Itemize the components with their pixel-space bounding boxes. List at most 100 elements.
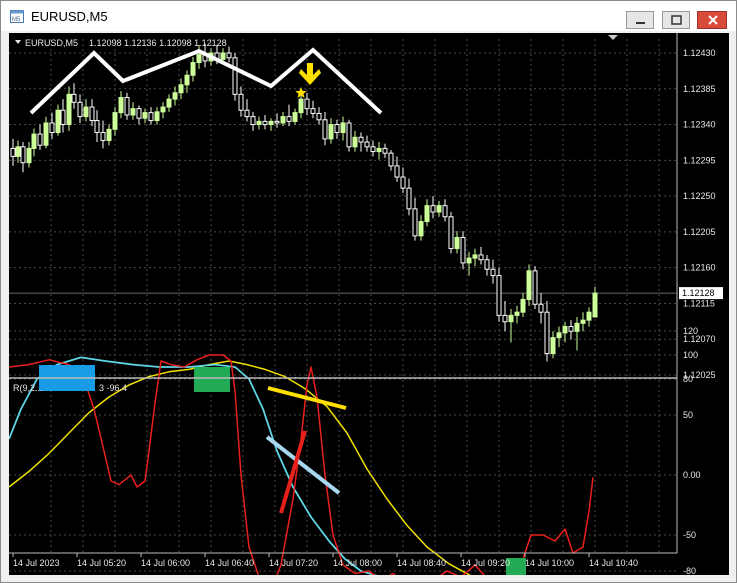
candle [484,254,490,276]
annotations [29,47,526,575]
candle [460,231,466,270]
time-tick-label: 14 Jul 09:20 [461,558,510,568]
candle [26,142,32,168]
candle [490,259,496,284]
candle [172,86,178,106]
candle [136,105,142,125]
window-title: EURUSD,M5 [31,9,108,24]
terminal-window: M5 EURUSD,M5 1.12430 1.12385 1.12340 1.1229… [0,0,737,583]
time-tick-label: 14 Jul 10:00 [525,558,574,568]
price-tick-label: 1.12385 [683,84,716,94]
candle [94,110,100,143]
candle [55,104,61,136]
candle [538,293,544,324]
shift-marker-icon[interactable] [608,35,618,40]
candle [406,178,412,216]
candle [15,140,21,163]
candle [310,100,316,119]
candle [496,267,502,322]
candle [568,320,574,340]
candle [124,92,130,120]
indicator-tick-label: -50 [683,530,696,540]
candle [268,118,274,131]
candle [370,140,376,157]
candle [556,326,562,348]
price-tick-label: 1.12295 [683,155,716,165]
candle [346,119,352,152]
candle [328,118,334,144]
candle [112,107,118,136]
candle [71,83,77,109]
trendline-lightblue [265,435,341,495]
candle [424,199,430,227]
candle [20,142,26,173]
candle [334,119,340,139]
chart-symbol-label: EURUSD,M5 [25,38,78,48]
price-chart[interactable]: 1.12430 1.12385 1.12340 1.12295 1.12250 1.122… [9,33,729,575]
indicator-tick-label: 80 [683,374,693,384]
candle [160,102,166,119]
candle [166,94,172,112]
price-tick-label: 1.12160 [683,263,716,273]
chart-quote-label: 1.12098 1.12136 1.12098 1.12128 [89,38,227,48]
candle [502,301,508,332]
candle [256,116,262,130]
candle [388,149,394,171]
price-tick-label: 1.12430 [683,48,716,58]
candle [526,264,532,306]
maximize-button[interactable] [662,11,690,29]
candle [10,138,16,166]
candle [106,124,112,146]
candle [508,309,514,343]
triangle-down-icon[interactable] [15,40,21,44]
candle [184,70,190,93]
candle [130,102,136,120]
candle [358,132,364,152]
candle [232,53,238,101]
candle [83,99,89,122]
candle [442,199,448,222]
minimize-button[interactable] [626,11,654,29]
title-bar[interactable]: M5 EURUSD,M5 [1,1,736,31]
time-tick-label: 14 Jul 06:40 [205,558,254,568]
minimize-icon [636,22,645,24]
chart-app-icon: M5 [10,10,24,23]
candle [430,196,436,219]
chart-area[interactable]: 1.12430 1.12385 1.12340 1.12295 1.12250 1.122… [9,33,729,575]
indicator-tick-label: 50 [683,410,693,420]
candle [436,200,442,217]
candle [532,266,538,310]
candle [190,56,196,82]
candle [66,86,72,131]
candle [238,86,244,117]
maximize-icon [671,15,682,25]
candle [316,107,322,125]
indicator-tick-label: 0.00 [683,470,701,480]
candle [118,91,124,119]
candle [154,107,160,125]
candle [262,115,268,130]
candle [244,99,250,122]
close-button[interactable] [697,11,727,29]
candle [454,231,460,254]
candle [520,293,526,317]
candle [31,128,37,157]
candle [418,215,424,241]
candle [376,142,382,160]
indicator-values-label: 3 -96.4 [99,383,127,393]
candle [562,321,568,343]
candle [37,124,43,150]
candle [286,104,292,127]
signal-line-yellow [9,360,472,575]
candle [382,143,388,158]
time-tick-label: 14 Jul 2023 [13,558,60,568]
current-price-label: 1.12128 [682,288,715,298]
candle [352,130,358,152]
candle [364,135,370,152]
candle [77,94,83,123]
indicator-tick-label: 120 [683,326,698,336]
candle [412,197,418,241]
candle [60,99,66,133]
indicator-tick-label: 100 [683,350,698,360]
time-tick-label: 14 Jul 10:40 [589,558,638,568]
